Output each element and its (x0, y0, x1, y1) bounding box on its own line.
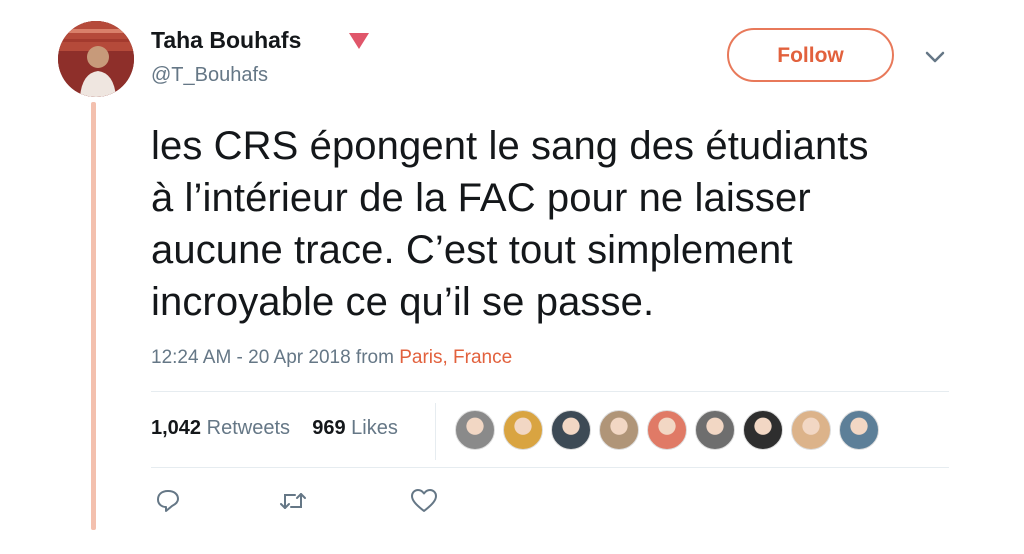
verified-triangle-icon (349, 33, 369, 49)
tweet-text: les CRS épongent le sang des étudiants à… (151, 120, 981, 328)
user-handle[interactable]: @T_Bouhafs (151, 64, 268, 87)
divider (151, 467, 949, 468)
divider (151, 391, 949, 392)
user-name[interactable]: Taha Bouhafs (151, 27, 301, 54)
liker-avatar-1[interactable] (455, 410, 495, 450)
liker-avatar-4[interactable] (599, 410, 639, 450)
like-label: Likes (351, 417, 398, 439)
engagement-stats: 1,042 Retweets 969 Likes (151, 417, 398, 440)
retweet-label: Retweets (206, 417, 290, 439)
tweet-meta: 12:24 AM - 20 Apr 2018 from Paris, Franc… (151, 347, 512, 369)
stats-divider (435, 403, 436, 460)
thread-line (91, 102, 96, 530)
retweet-icon[interactable] (278, 488, 308, 514)
tweet-line: incroyable ce qu’il se passe. (151, 280, 655, 324)
tweet-line: les CRS épongent le sang des étudiants (151, 124, 869, 168)
retweet-count: 1,042 (151, 417, 202, 439)
liker-avatar-3[interactable] (551, 410, 591, 450)
liker-avatar-6[interactable] (695, 410, 735, 450)
like-stat[interactable]: 969 Likes (312, 417, 398, 439)
tweet-timestamp[interactable]: 12:24 AM - 20 Apr 2018 from (151, 347, 394, 368)
like-count: 969 (312, 417, 346, 439)
liker-avatar-8[interactable] (791, 410, 831, 450)
follow-button[interactable]: Follow (727, 28, 894, 82)
retweet-stat[interactable]: 1,042 Retweets (151, 417, 290, 439)
tweet-line: à l’intérieur de la FAC pour ne laisser (151, 176, 811, 220)
liker-avatar-7[interactable] (743, 410, 783, 450)
tweet-location[interactable]: Paris, France (399, 347, 512, 368)
liker-avatar-9[interactable] (839, 410, 879, 450)
heart-icon[interactable] (410, 488, 438, 514)
tweet-line: aucune trace. C’est tout simplement (151, 228, 793, 272)
reply-icon[interactable] (155, 488, 181, 514)
liker-avatar-5[interactable] (647, 410, 687, 450)
avatar[interactable] (58, 21, 134, 97)
chevron-down-icon[interactable] (924, 50, 946, 64)
liker-avatar-2[interactable] (503, 410, 543, 450)
liker-avatars (455, 410, 887, 450)
